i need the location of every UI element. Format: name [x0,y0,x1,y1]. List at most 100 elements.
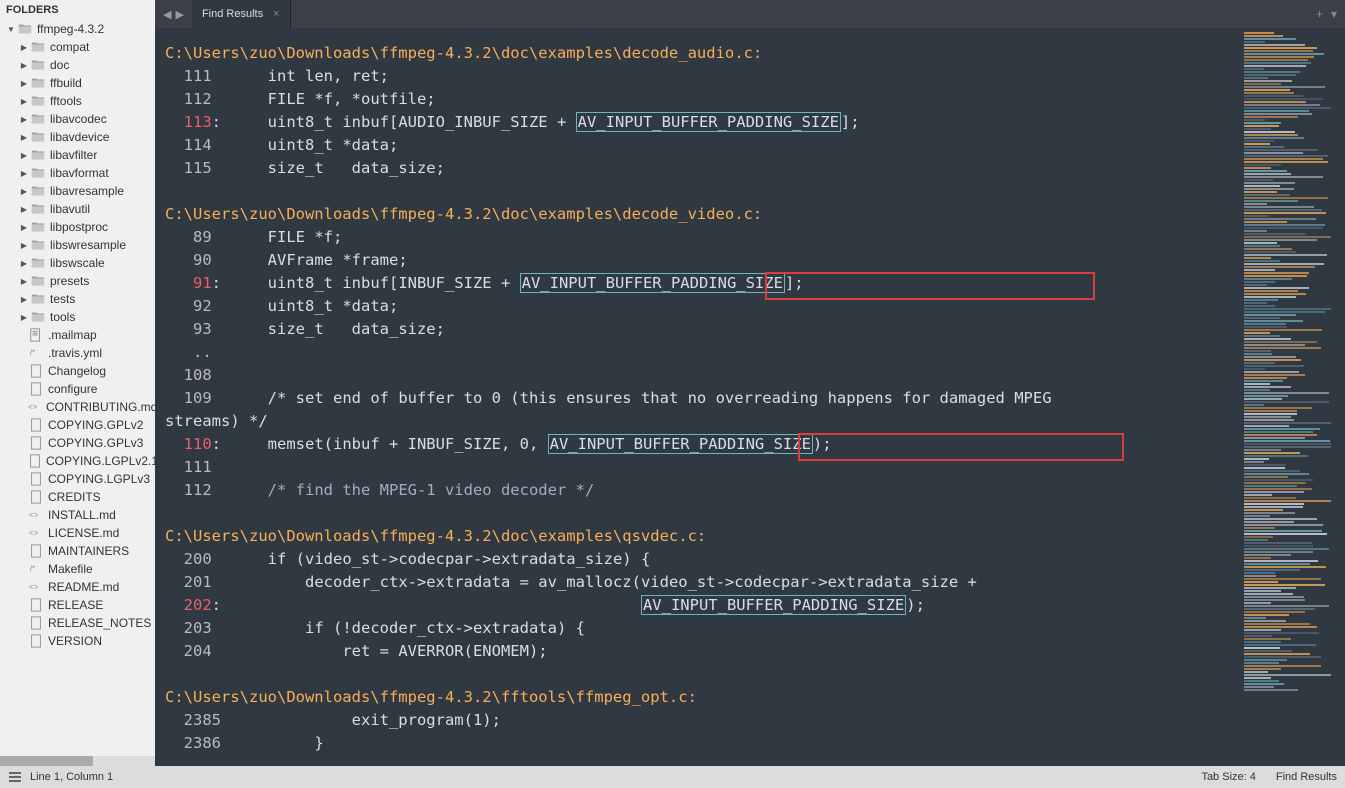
code-line[interactable]: 200 if (video_st->codecpar->extradata_si… [165,548,1240,571]
expand-icon[interactable]: ▶ [18,295,30,304]
folder-item[interactable]: ▶libavfilter [0,146,155,164]
file-item[interactable]: Changelog [0,362,155,380]
code-line[interactable]: 92 uint8_t *data; [165,295,1240,318]
expand-icon[interactable]: ▶ [18,43,30,52]
folder-label: libavutil [50,202,90,216]
expand-icon[interactable]: ▶ [18,205,30,214]
file-item[interactable]: MAINTAINERS [0,542,155,560]
expand-icon[interactable]: ▶ [18,169,30,178]
code-line[interactable]: 2385 exit_program(1); [165,709,1240,732]
folder-item[interactable]: ▶doc [0,56,155,74]
expand-icon[interactable]: ▶ [18,151,30,160]
folder-item[interactable]: ▶fftools [0,92,155,110]
folder-item[interactable]: ▶libavformat [0,164,155,182]
new-tab-icon[interactable]: + [1316,7,1323,21]
file-item[interactable]: .mailmap [0,326,155,344]
file-path[interactable]: C:\Users\zuo\Downloads\ffmpeg-4.3.2\doc\… [165,42,1240,65]
expand-icon[interactable]: ▶ [18,187,30,196]
file-item[interactable]: /*.travis.yml [0,344,155,362]
close-icon[interactable]: × [273,8,279,20]
expand-icon[interactable]: ▶ [18,277,30,286]
folder-item[interactable]: ▶tools [0,308,155,326]
menu-icon[interactable] [8,770,22,784]
code-line[interactable]: 115 size_t data_size; [165,157,1240,180]
file-path[interactable]: C:\Users\zuo\Downloads\ffmpeg-4.3.2\ffto… [165,686,1240,709]
folder-item[interactable]: ▶ libavutil [0,200,155,218]
sidebar-header: FOLDERS [0,0,155,20]
code-pane[interactable]: C:\Users\zuo\Downloads\ffmpeg-4.3.2\doc\… [155,28,1240,766]
code-line[interactable]: 114 uint8_t *data; [165,134,1240,157]
minimap[interactable] [1240,28,1345,766]
root-folder[interactable]: ▼ ffmpeg-4.3.2 [0,20,155,38]
file-item[interactable]: <>README.md [0,578,155,596]
file-path[interactable]: C:\Users\zuo\Downloads\ffmpeg-4.3.2\doc\… [165,203,1240,226]
file-icon: <> [28,400,42,414]
file-item[interactable]: VERSION [0,632,155,650]
file-item[interactable]: configure [0,380,155,398]
syntax[interactable]: Find Results [1276,771,1337,783]
folder-item[interactable]: ▶libswresample [0,236,155,254]
folder-item[interactable]: ▶compat [0,38,155,56]
nav-arrows: ◀ ▶ [155,0,192,28]
file-item[interactable]: RELEASE [0,596,155,614]
folder-label: ffbuild [50,76,82,90]
code-line[interactable]: 89 FILE *f; [165,226,1240,249]
expand-icon[interactable]: ▶ [18,115,30,124]
code-line[interactable]: 111 [165,456,1240,479]
folder-item[interactable]: ▶libpostproc [0,218,155,236]
folder-item[interactable]: ▶libavdevice [0,128,155,146]
folder-item[interactable]: ▶ ffbuild [0,74,155,92]
code-line[interactable]: 109 /* set end of buffer to 0 (this ensu… [165,387,1240,410]
file-item[interactable]: <>CONTRIBUTING.md [0,398,155,416]
code-line[interactable]: 111 int len, ret; [165,65,1240,88]
file-label: INSTALL.md [48,508,116,522]
collapse-icon[interactable]: ▼ [5,25,17,34]
file-item[interactable]: COPYING.GPLv3 [0,434,155,452]
sidebar-hscrollbar[interactable] [0,756,155,766]
file-item[interactable]: <>INSTALL.md [0,506,155,524]
code-line[interactable]: 202: AV_INPUT_BUFFER_PADDING_SIZE); [165,594,1240,617]
code-line[interactable]: 110: memset(inbuf + INBUF_SIZE, 0, AV_IN… [165,433,1240,456]
code-line[interactable]: .. [165,341,1240,364]
code-line[interactable]: 91: uint8_t inbuf[INBUF_SIZE + AV_INPUT_… [165,272,1240,295]
code-line[interactable]: 112 FILE *f, *outfile; [165,88,1240,111]
file-item[interactable]: RELEASE_NOTES [0,614,155,632]
file-icon [28,454,42,468]
tab-menu-icon[interactable]: ▾ [1331,7,1337,21]
nav-back-icon[interactable]: ◀ [163,8,171,21]
code-line[interactable]: 203 if (!decoder_ctx->extradata) { [165,617,1240,640]
code-line[interactable]: 201 decoder_ctx->extradata = av_mallocz(… [165,571,1240,594]
tab-size[interactable]: Tab Size: 4 [1201,771,1255,783]
expand-icon[interactable]: ▶ [18,241,30,250]
file-item[interactable]: COPYING.LGPLv2.1 [0,452,155,470]
expand-icon[interactable]: ▶ [18,259,30,268]
code-line[interactable]: 112 /* find the MPEG-1 video decoder */ [165,479,1240,502]
expand-icon[interactable]: ▶ [18,223,30,232]
file-item[interactable]: COPYING.LGPLv3 [0,470,155,488]
folder-item[interactable]: ▶tests [0,290,155,308]
code-line[interactable]: 93 size_t data_size; [165,318,1240,341]
code-line[interactable]: 204 ret = AVERROR(ENOMEM); [165,640,1240,663]
file-item[interactable]: <>LICENSE.md [0,524,155,542]
folder-item[interactable]: ▶libavresample [0,182,155,200]
file-path[interactable]: C:\Users\zuo\Downloads\ffmpeg-4.3.2\doc\… [165,525,1240,548]
code-line[interactable]: 113: uint8_t inbuf[AUDIO_INBUF_SIZE + AV… [165,111,1240,134]
code-line[interactable]: 90 AVFrame *frame; [165,249,1240,272]
folder-tree[interactable]: ▼ ffmpeg-4.3.2 ▶compat▶doc▶ffbuild▶fftoo… [0,20,155,756]
folder-item[interactable]: ▶presets [0,272,155,290]
folder-item[interactable]: ▶libavcodec [0,110,155,128]
file-item[interactable]: COPYING.GPLv2 [0,416,155,434]
tab-find-results[interactable]: Find Results × [192,0,291,28]
file-item[interactable]: /*Makefile [0,560,155,578]
file-item[interactable]: CREDITS [0,488,155,506]
cursor-pos[interactable]: Line 1, Column 1 [30,771,113,783]
expand-icon[interactable]: ▶ [18,79,30,88]
expand-icon[interactable]: ▶ [18,313,30,322]
code-line[interactable]: 108 [165,364,1240,387]
nav-forward-icon[interactable]: ▶ [175,8,183,21]
folder-item[interactable]: ▶libswscale [0,254,155,272]
code-line[interactable]: 2386 } [165,732,1240,755]
expand-icon[interactable]: ▶ [18,61,30,70]
expand-icon[interactable]: ▶ [18,97,30,106]
expand-icon[interactable]: ▶ [18,133,30,142]
